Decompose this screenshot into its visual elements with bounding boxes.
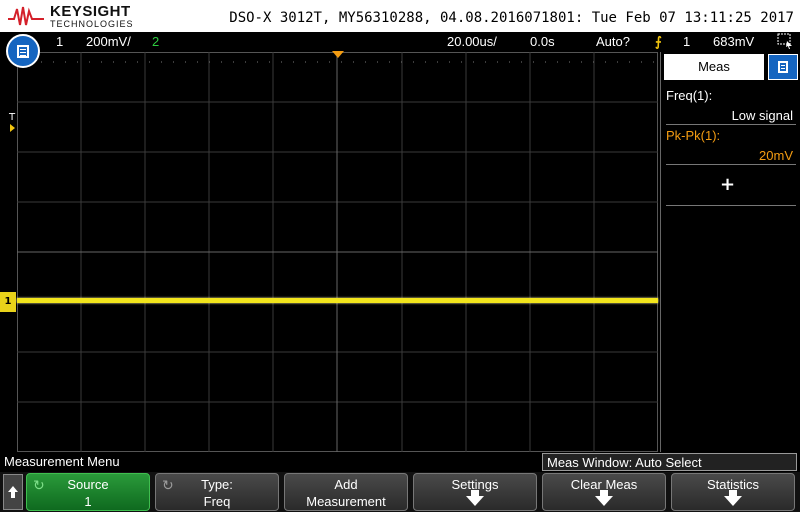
source-softkey[interactable]: ↻ Source 1: [26, 473, 150, 511]
meas-divider: [666, 205, 796, 206]
ch1-number[interactable]: 1: [56, 34, 63, 49]
meas-tab[interactable]: Meas: [664, 54, 764, 80]
trigger-position-marker: [332, 51, 344, 58]
meas1-label: Freq(1):: [666, 88, 713, 103]
up-arrow-icon: [8, 486, 18, 498]
softkey-label: Add: [334, 477, 358, 492]
meas-divider: [666, 164, 796, 165]
graticule-grid: [17, 52, 658, 452]
trigger-level-arrow-icon: [10, 124, 15, 132]
statistics-softkey[interactable]: Statistics: [671, 473, 795, 511]
status-bar: 1 200mV/ 2 20.00us/ 0.0s Auto? ⨍ 1 683mV: [0, 32, 800, 52]
clear-meas-softkey[interactable]: Clear Meas: [542, 473, 666, 511]
add-measurement-softkey[interactable]: Add Measurement: [284, 473, 408, 511]
trigger-source[interactable]: 1: [683, 34, 690, 49]
ch1-trace: [17, 298, 658, 303]
document-icon: [778, 61, 788, 73]
keysight-wave-icon: [8, 6, 44, 26]
ch1-scale[interactable]: 200mV/: [86, 34, 131, 49]
ch1-ground-marker[interactable]: 1: [0, 292, 16, 312]
ch2-number[interactable]: 2: [152, 34, 159, 49]
type-softkey[interactable]: ↻ Type: Freq: [155, 473, 279, 511]
trigger-edge-icon: ⨍: [655, 34, 662, 49]
keysight-logo: KEYSIGHT TECHNOLOGIES: [8, 3, 138, 29]
delay[interactable]: 0.0s: [530, 34, 555, 49]
meas-doc-button[interactable]: [768, 54, 798, 80]
add-measurement-plus-icon[interactable]: +: [720, 174, 735, 195]
down-arrow-icon: [724, 490, 742, 506]
meas2-label: Pk-Pk(1):: [666, 128, 721, 143]
down-arrow-icon: [595, 490, 613, 506]
down-arrow-icon: [466, 490, 484, 506]
menu-title: Measurement Menu: [0, 452, 540, 472]
waveform-graticule[interactable]: [17, 52, 658, 452]
softkey-value: 1: [84, 494, 92, 509]
instrument-title: DSO-X 3012T, MY56310288, 04.08.201607180…: [229, 10, 794, 26]
main-menu-button[interactable]: [6, 34, 40, 68]
screen-select-icon[interactable]: [776, 32, 794, 53]
meas1-value: Low signal: [731, 108, 793, 123]
brand-name: KEYSIGHT: [50, 3, 131, 20]
trigger-level-label: T: [9, 112, 16, 123]
menu-icon: [17, 44, 29, 58]
softkey-value: Freq: [203, 494, 231, 509]
timebase[interactable]: 20.00us/: [447, 34, 497, 49]
brand-subtitle: TECHNOLOGIES: [50, 19, 134, 29]
meas2-value: 20mV: [759, 148, 793, 163]
trigger-mode[interactable]: Auto?: [596, 34, 630, 49]
title-bar: KEYSIGHT TECHNOLOGIES DSO-X 3012T, MY563…: [0, 0, 800, 32]
back-button[interactable]: [3, 474, 23, 510]
softkey-value: Measurement: [306, 494, 386, 509]
softkey-label: Source: [67, 477, 109, 492]
settings-softkey[interactable]: Settings: [413, 473, 537, 511]
meas-window-indicator: Meas Window: Auto Select: [542, 453, 797, 471]
trigger-level[interactable]: 683mV: [713, 34, 754, 49]
softkey-label: Type:: [201, 477, 233, 492]
meas-divider: [666, 124, 796, 125]
